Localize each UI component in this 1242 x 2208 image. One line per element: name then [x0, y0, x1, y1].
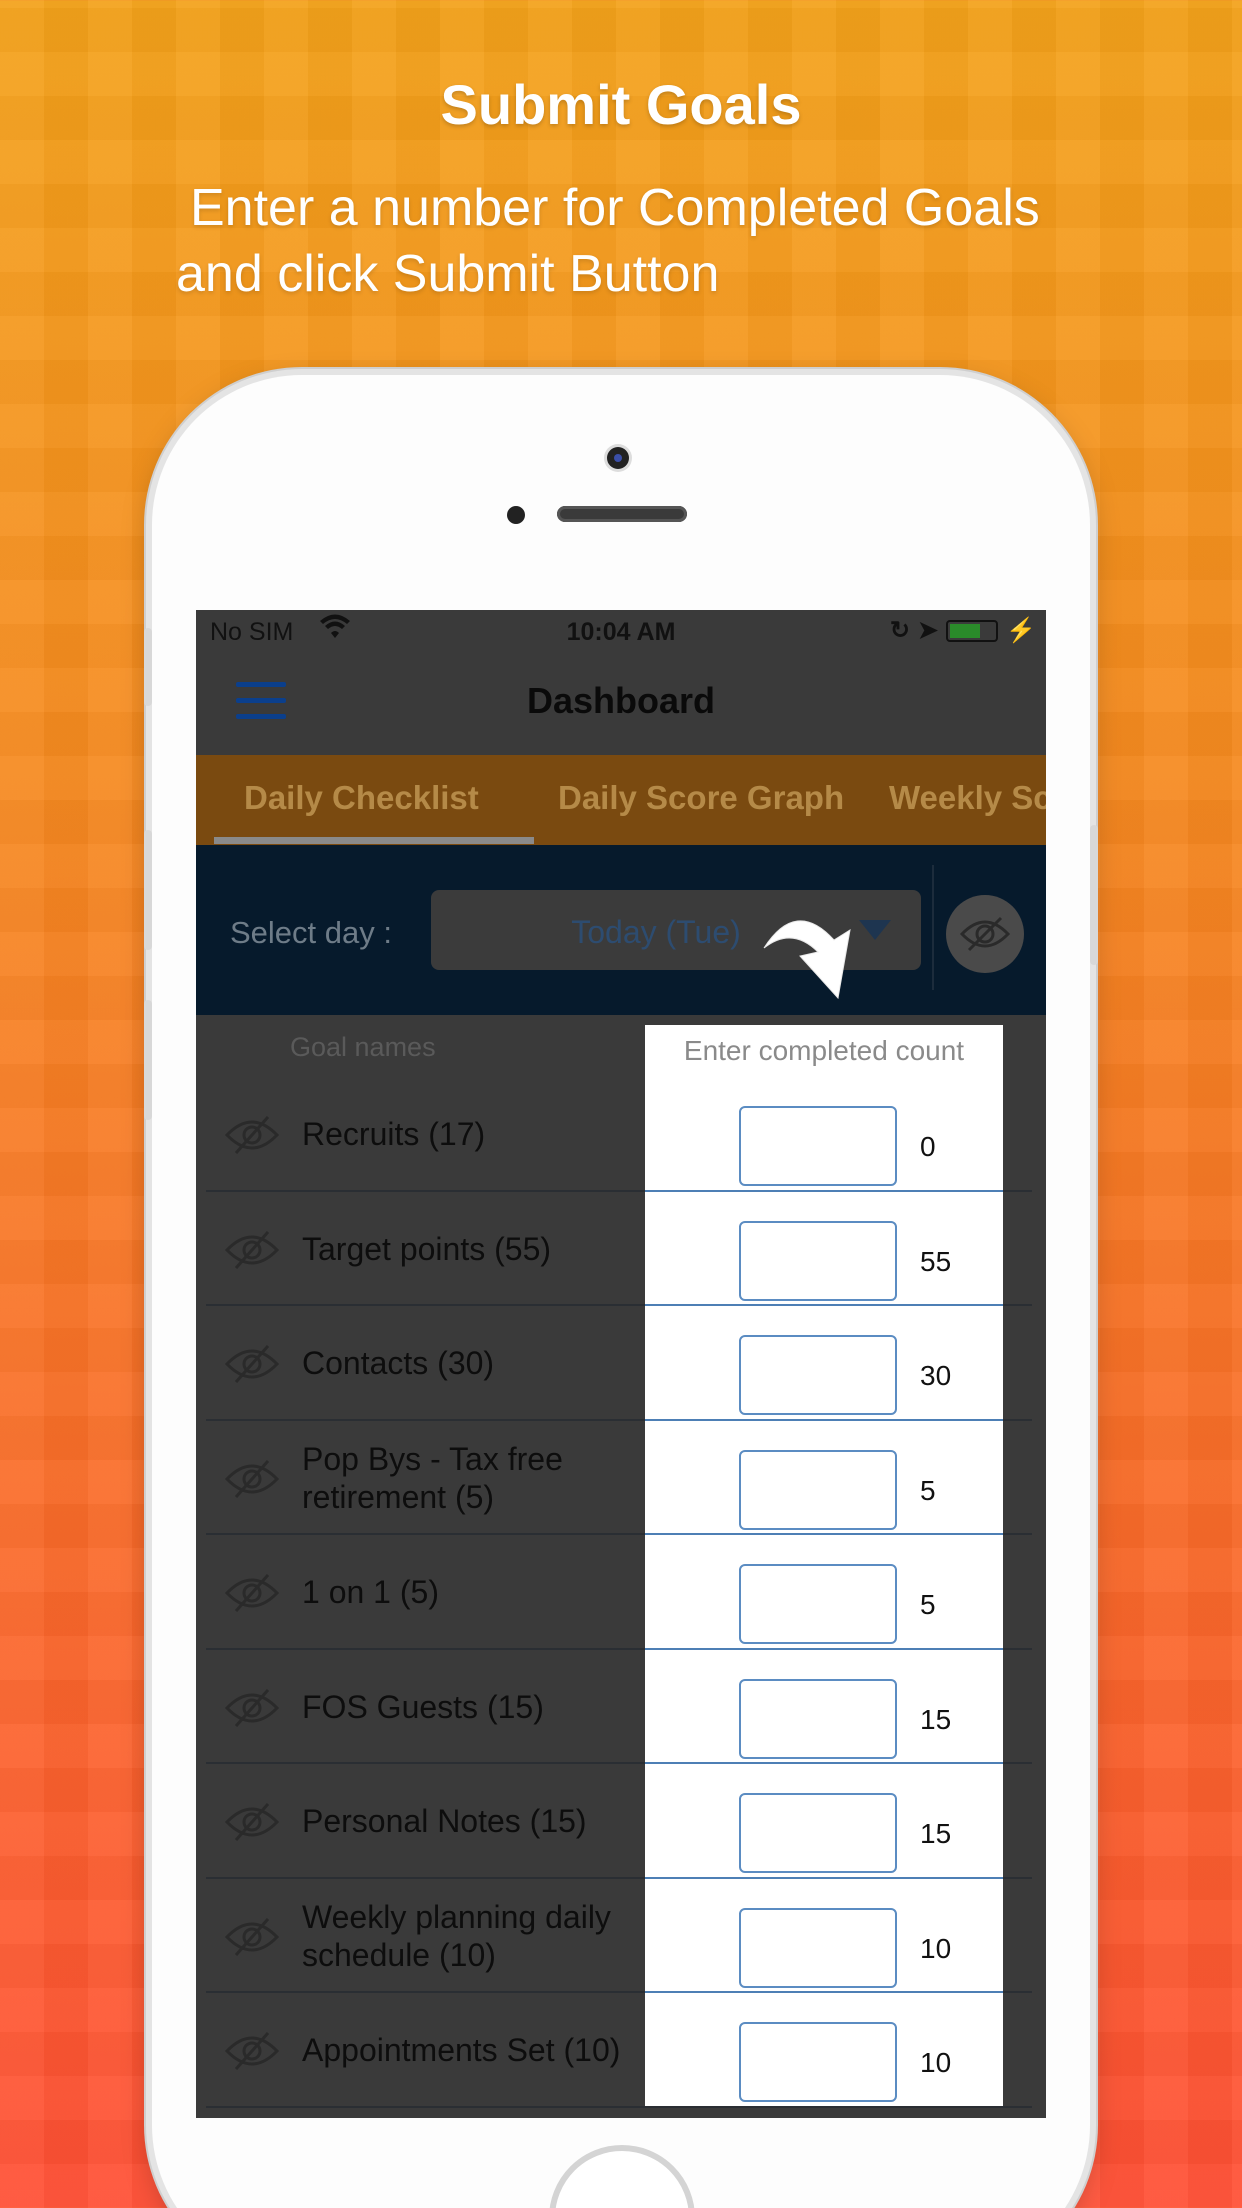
completed-count-input[interactable]: [739, 1907, 897, 1988]
goal-name: 1 on 1 (5): [302, 1574, 439, 1610]
hide-all-button[interactable]: [946, 895, 1024, 973]
goal-target-value: 10: [920, 2047, 952, 2078]
eye-off-icon[interactable]: [224, 1571, 280, 1615]
goal-target-value: 0: [920, 1131, 936, 1162]
completed-count-input[interactable]: [739, 1220, 897, 1301]
goal-target-value: 30: [920, 1360, 952, 1391]
goal-name: Weekly planning daily schedule (10): [302, 1898, 611, 1973]
completed-count-input[interactable]: [739, 1335, 897, 1415]
eye-off-icon[interactable]: [224, 1228, 280, 1272]
phone-volume-down: [144, 1000, 152, 1120]
eye-off-icon[interactable]: [224, 1457, 280, 1501]
promo-subline-line-1: Enter a number for Completed Goals: [190, 179, 1040, 237]
status-icons: ↻ ➤ ⚡: [890, 616, 1036, 645]
eye-off-icon[interactable]: [224, 2029, 280, 2073]
goal-target-value: 15: [920, 1818, 952, 1849]
completed-count-input[interactable]: [739, 1106, 897, 1186]
goal-row: Pop Bys - Tax free retirement (5) 5: [196, 1421, 1046, 1535]
charging-icon: ⚡: [1006, 617, 1036, 644]
front-camera: [607, 447, 629, 469]
goal-row: Appointments Set (10) 10: [196, 1993, 1046, 2108]
goal-names-header: Goal names: [290, 1032, 436, 1062]
goal-name: Appointments Set (10): [302, 2032, 621, 2068]
promo-headline: Submit Goals: [440, 73, 802, 136]
completed-count-input[interactable]: [739, 1678, 897, 1759]
goal-name: Pop Bys - Tax free retirement (5): [302, 1440, 563, 1515]
nav-bar: Dashboard: [196, 652, 1046, 752]
goal-name: Recruits (17): [302, 1116, 486, 1152]
row-divider: [206, 2105, 1032, 2108]
goal-row: FOS Guests (15) 15: [196, 1650, 1046, 1764]
goal-row: 1 on 1 (5) 5: [196, 1535, 1046, 1650]
completed-count-input[interactable]: [739, 1793, 897, 1873]
earpiece-speaker: [557, 506, 687, 522]
location-icon: ➤: [918, 617, 939, 644]
tab-bar: Daily Checklist Daily Score Graph Weekly…: [196, 755, 1046, 845]
goal-row: Personal Notes (15) 15: [196, 1764, 1046, 1879]
phone-mute-switch: [144, 628, 152, 706]
eye-off-icon[interactable]: [224, 1686, 280, 1730]
eye-off-icon[interactable]: [224, 1113, 280, 1157]
battery-icon: [946, 619, 999, 642]
goal-target-value: 10: [920, 1932, 952, 1964]
tab-daily-checklist[interactable]: Daily Checklist: [244, 779, 479, 817]
completed-count-input[interactable]: [739, 1449, 897, 1530]
phone-volume-up: [144, 830, 152, 950]
active-tab-indicator: [214, 837, 534, 844]
orientation-lock-icon: ↻: [889, 617, 910, 644]
phone-power-button: [1090, 825, 1098, 965]
promo-subline: Enter a number for Completed Goals and c…: [176, 175, 1136, 307]
goal-name: Contacts (30): [302, 1345, 495, 1381]
proximity-sensor: [507, 506, 525, 524]
completed-count-input[interactable]: [739, 1564, 897, 1644]
goal-name: Target points (55): [302, 1230, 552, 1267]
select-day-label: Select day :: [230, 915, 392, 950]
goal-target-value: 55: [920, 1245, 952, 1277]
divider: [932, 865, 934, 990]
goal-list: Recruits (17) 0 Target points (55) 55 Co…: [196, 1077, 1046, 2108]
tab-weekly-score[interactable]: Weekly Sc: [889, 779, 1046, 817]
page-title: Dashboard: [526, 680, 716, 721]
goal-row: Target points (55) 55: [196, 1192, 1046, 1306]
eye-off-icon[interactable]: [224, 1342, 280, 1386]
completed-count-header: Enter completed count: [645, 1025, 1003, 1077]
goal-target-value: 5: [920, 1474, 936, 1506]
completed-count-input[interactable]: [739, 2022, 897, 2102]
status-bar: No SIM 10:04 AM ↻ ➤ ⚡: [196, 610, 1046, 652]
day-selector-bar: Select day : Today (Tue): [196, 845, 1046, 1015]
goal-row: Weekly planning daily schedule (10) 10: [196, 1879, 1046, 1993]
promo-subline-line-2: and click Submit Button: [176, 245, 720, 303]
eye-off-icon[interactable]: [224, 1800, 280, 1844]
app-screen: No SIM 10:04 AM ↻ ➤ ⚡ Dashboard Daily Ch…: [196, 610, 1046, 2118]
tab-daily-score-graph[interactable]: Daily Score Graph: [558, 779, 844, 817]
eye-off-icon: [959, 916, 1011, 952]
curved-arrow-pointer-icon: [763, 920, 851, 1000]
eye-off-icon[interactable]: [224, 1915, 280, 1959]
goal-row: Recruits (17) 0: [196, 1077, 1046, 1192]
goal-target-value: 5: [920, 1589, 936, 1620]
goal-row: Contacts (30) 30: [196, 1306, 1046, 1421]
goal-name: Personal Notes (15): [302, 1803, 587, 1839]
goal-name: FOS Guests (15): [302, 1688, 544, 1725]
goal-target-value: 15: [920, 1703, 952, 1735]
